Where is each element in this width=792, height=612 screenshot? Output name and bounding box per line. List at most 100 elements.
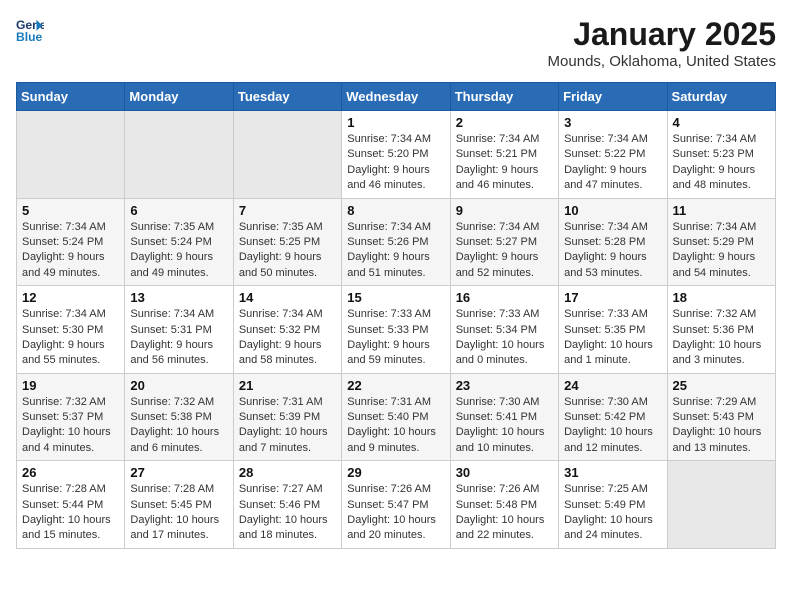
day-info: Sunrise: 7:30 AM Sunset: 5:41 PM Dayligh… bbox=[456, 395, 553, 457]
day-number: 1 bbox=[347, 115, 444, 130]
calendar-cell: 30 Sunrise: 7:26 AM Sunset: 5:48 PM Dayli… bbox=[450, 461, 558, 549]
day-number: 20 bbox=[130, 378, 227, 393]
calendar-week-row: 26 Sunrise: 7:28 AM Sunset: 5:44 PM Dayli… bbox=[17, 461, 776, 549]
day-number: 28 bbox=[239, 465, 336, 480]
day-info: Sunrise: 7:34 AM Sunset: 5:26 PM Dayligh… bbox=[347, 220, 444, 282]
day-info: Sunrise: 7:28 AM Sunset: 5:45 PM Dayligh… bbox=[130, 482, 227, 544]
calendar-cell: 5 Sunrise: 7:34 AM Sunset: 5:24 PM Daylig… bbox=[17, 198, 125, 286]
day-number: 24 bbox=[564, 378, 661, 393]
calendar-week-row: 5 Sunrise: 7:34 AM Sunset: 5:24 PM Daylig… bbox=[17, 198, 776, 286]
calendar-week-row: 1 Sunrise: 7:34 AM Sunset: 5:20 PM Daylig… bbox=[17, 111, 776, 199]
day-info: Sunrise: 7:32 AM Sunset: 5:38 PM Dayligh… bbox=[130, 395, 227, 457]
calendar-cell: 22Sunrise: 7:31 AM Sunset: 5:40 PM Dayli… bbox=[342, 373, 450, 461]
calendar-cell: 28 Sunrise: 7:27 AM Sunset: 5:46 PM Dayli… bbox=[233, 461, 341, 549]
calendar-cell: 6Sunrise: 7:35 AM Sunset: 5:24 PM Daylig… bbox=[125, 198, 233, 286]
calendar-cell: 21 Sunrise: 7:31 AM Sunset: 5:39 PM Dayli… bbox=[233, 373, 341, 461]
day-info: Sunrise: 7:27 AM Sunset: 5:46 PM Dayligh… bbox=[239, 482, 336, 544]
calendar-cell: 27 Sunrise: 7:28 AM Sunset: 5:45 PM Dayli… bbox=[125, 461, 233, 549]
day-info: Sunrise: 7:34 AM Sunset: 5:29 PM Dayligh… bbox=[673, 220, 770, 282]
day-number: 30 bbox=[456, 465, 553, 480]
day-info: Sunrise: 7:26 AM Sunset: 5:47 PM Dayligh… bbox=[347, 482, 444, 544]
day-info: Sunrise: 7:34 AM Sunset: 5:32 PM Dayligh… bbox=[239, 307, 336, 369]
day-info: Sunrise: 7:33 AM Sunset: 5:33 PM Dayligh… bbox=[347, 307, 444, 369]
day-info: Sunrise: 7:34 AM Sunset: 5:24 PM Dayligh… bbox=[22, 220, 119, 282]
day-info: Sunrise: 7:34 AM Sunset: 5:22 PM Dayligh… bbox=[564, 132, 661, 194]
day-number: 5 bbox=[22, 203, 119, 218]
calendar-cell bbox=[125, 111, 233, 199]
calendar-cell: 1 Sunrise: 7:34 AM Sunset: 5:20 PM Daylig… bbox=[342, 111, 450, 199]
day-number: 26 bbox=[22, 465, 119, 480]
day-info: Sunrise: 7:30 AM Sunset: 5:42 PM Dayligh… bbox=[564, 395, 661, 457]
calendar-cell bbox=[233, 111, 341, 199]
day-info: Sunrise: 7:26 AM Sunset: 5:48 PM Dayligh… bbox=[456, 482, 553, 544]
calendar-cell: 31Sunrise: 7:25 AM Sunset: 5:49 PM Dayli… bbox=[559, 461, 667, 549]
calendar-cell: 15 Sunrise: 7:33 AM Sunset: 5:33 PM Dayli… bbox=[342, 286, 450, 374]
day-number: 21 bbox=[239, 378, 336, 393]
day-number: 3 bbox=[564, 115, 661, 130]
day-number: 15 bbox=[347, 290, 444, 305]
weekday-header-row: SundayMondayTuesdayWednesdayThursdayFrid… bbox=[17, 83, 776, 111]
day-number: 6 bbox=[130, 203, 227, 218]
title-block: January 2025 Mounds, Oklahoma, United St… bbox=[548, 16, 776, 70]
calendar-cell: 2 Sunrise: 7:34 AM Sunset: 5:21 PM Daylig… bbox=[450, 111, 558, 199]
day-info: Sunrise: 7:34 AM Sunset: 5:28 PM Dayligh… bbox=[564, 220, 661, 282]
calendar-cell: 24 Sunrise: 7:30 AM Sunset: 5:42 PM Dayli… bbox=[559, 373, 667, 461]
calendar-cell: 13 Sunrise: 7:34 AM Sunset: 5:31 PM Dayli… bbox=[125, 286, 233, 374]
calendar-cell: 17Sunrise: 7:33 AM Sunset: 5:35 PM Dayli… bbox=[559, 286, 667, 374]
day-number: 2 bbox=[456, 115, 553, 130]
day-number: 4 bbox=[673, 115, 770, 130]
day-number: 11 bbox=[673, 203, 770, 218]
calendar-cell: 18 Sunrise: 7:32 AM Sunset: 5:36 PM Dayli… bbox=[667, 286, 775, 374]
calendar-cell: 12 Sunrise: 7:34 AM Sunset: 5:30 PM Dayli… bbox=[17, 286, 125, 374]
day-info: Sunrise: 7:31 AM Sunset: 5:40 PM Dayligh… bbox=[347, 395, 444, 457]
calendar-cell bbox=[17, 111, 125, 199]
day-info: Sunrise: 7:34 AM Sunset: 5:20 PM Dayligh… bbox=[347, 132, 444, 194]
day-number: 9 bbox=[456, 203, 553, 218]
day-number: 8 bbox=[347, 203, 444, 218]
weekday-header-monday: Monday bbox=[125, 83, 233, 111]
day-number: 13 bbox=[130, 290, 227, 305]
weekday-header-tuesday: Tuesday bbox=[233, 83, 341, 111]
calendar-cell: 3 Sunrise: 7:34 AM Sunset: 5:22 PM Daylig… bbox=[559, 111, 667, 199]
calendar-cell bbox=[667, 461, 775, 549]
day-info: Sunrise: 7:28 AM Sunset: 5:44 PM Dayligh… bbox=[22, 482, 119, 544]
calendar-cell: 11 Sunrise: 7:34 AM Sunset: 5:29 PM Dayli… bbox=[667, 198, 775, 286]
weekday-header-friday: Friday bbox=[559, 83, 667, 111]
logo-icon: General Blue bbox=[16, 16, 44, 44]
day-info: Sunrise: 7:29 AM Sunset: 5:43 PM Dayligh… bbox=[673, 395, 770, 457]
day-number: 16 bbox=[456, 290, 553, 305]
day-info: Sunrise: 7:34 AM Sunset: 5:23 PM Dayligh… bbox=[673, 132, 770, 194]
calendar-cell: 9 Sunrise: 7:34 AM Sunset: 5:27 PM Daylig… bbox=[450, 198, 558, 286]
day-info: Sunrise: 7:31 AM Sunset: 5:39 PM Dayligh… bbox=[239, 395, 336, 457]
calendar-week-row: 19Sunrise: 7:32 AM Sunset: 5:37 PM Dayli… bbox=[17, 373, 776, 461]
calendar-cell: 25 Sunrise: 7:29 AM Sunset: 5:43 PM Dayli… bbox=[667, 373, 775, 461]
calendar-cell: 26 Sunrise: 7:28 AM Sunset: 5:44 PM Dayli… bbox=[17, 461, 125, 549]
day-number: 27 bbox=[130, 465, 227, 480]
calendar-cell: 4 Sunrise: 7:34 AM Sunset: 5:23 PM Daylig… bbox=[667, 111, 775, 199]
day-info: Sunrise: 7:34 AM Sunset: 5:27 PM Dayligh… bbox=[456, 220, 553, 282]
calendar-cell: 7Sunrise: 7:35 AM Sunset: 5:25 PM Daylig… bbox=[233, 198, 341, 286]
month-title: January 2025 bbox=[548, 16, 776, 53]
day-number: 18 bbox=[673, 290, 770, 305]
day-number: 12 bbox=[22, 290, 119, 305]
svg-text:Blue: Blue bbox=[16, 30, 43, 44]
day-info: Sunrise: 7:32 AM Sunset: 5:36 PM Dayligh… bbox=[673, 307, 770, 369]
calendar-cell: 20 Sunrise: 7:32 AM Sunset: 5:38 PM Dayli… bbox=[125, 373, 233, 461]
weekday-header-saturday: Saturday bbox=[667, 83, 775, 111]
day-number: 25 bbox=[673, 378, 770, 393]
day-number: 31 bbox=[564, 465, 661, 480]
day-number: 29 bbox=[347, 465, 444, 480]
calendar-cell: 29 Sunrise: 7:26 AM Sunset: 5:47 PM Dayli… bbox=[342, 461, 450, 549]
location: Mounds, Oklahoma, United States bbox=[548, 53, 776, 70]
day-info: Sunrise: 7:34 AM Sunset: 5:31 PM Dayligh… bbox=[130, 307, 227, 369]
day-info: Sunrise: 7:34 AM Sunset: 5:21 PM Dayligh… bbox=[456, 132, 553, 194]
day-info: Sunrise: 7:34 AM Sunset: 5:30 PM Dayligh… bbox=[22, 307, 119, 369]
day-number: 23 bbox=[456, 378, 553, 393]
day-info: Sunrise: 7:35 AM Sunset: 5:25 PM Dayligh… bbox=[239, 220, 336, 282]
page-header: General Blue January 2025 Mounds, Oklaho… bbox=[16, 16, 776, 70]
calendar-table: SundayMondayTuesdayWednesdayThursdayFrid… bbox=[16, 82, 776, 549]
day-number: 17 bbox=[564, 290, 661, 305]
weekday-header-thursday: Thursday bbox=[450, 83, 558, 111]
day-info: Sunrise: 7:33 AM Sunset: 5:34 PM Dayligh… bbox=[456, 307, 553, 369]
calendar-week-row: 12 Sunrise: 7:34 AM Sunset: 5:30 PM Dayli… bbox=[17, 286, 776, 374]
